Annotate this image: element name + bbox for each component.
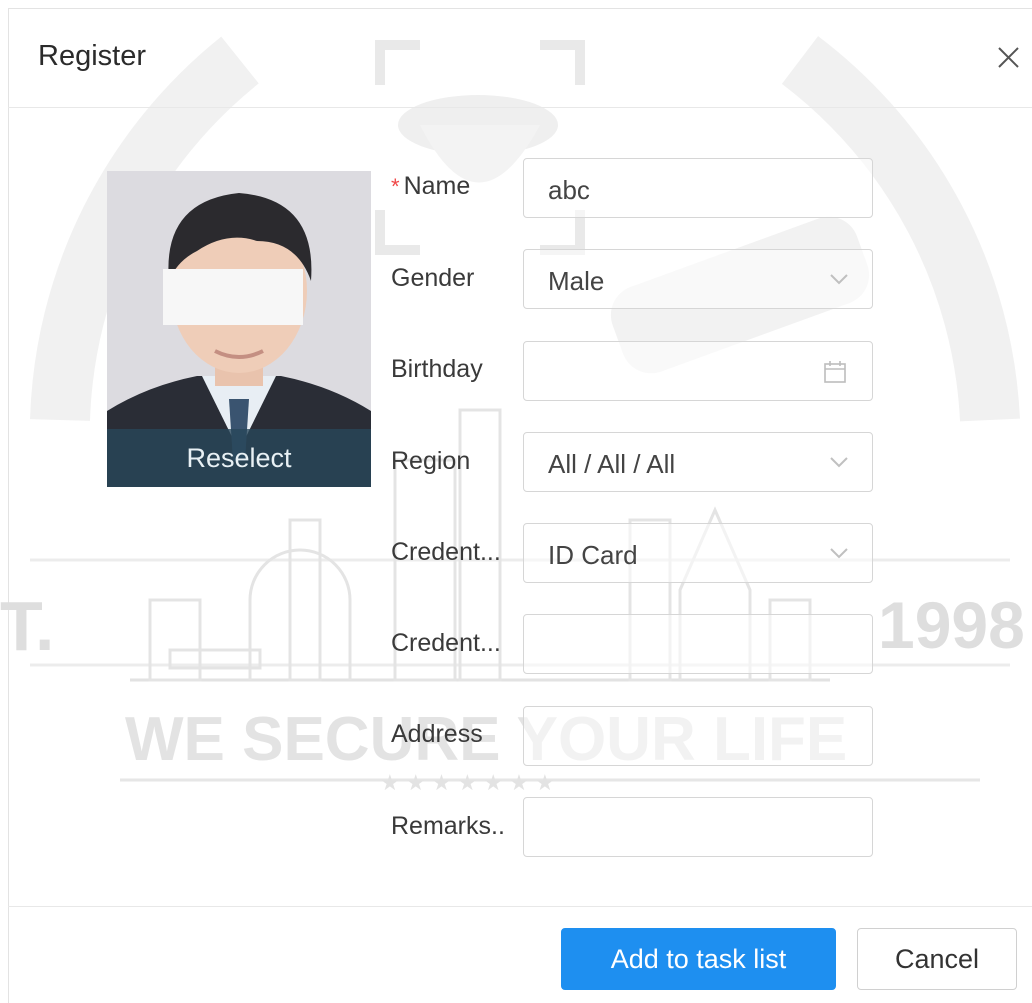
header-divider <box>8 107 1032 108</box>
calendar-icon <box>824 361 846 383</box>
reselect-button[interactable]: Reselect <box>107 429 371 487</box>
credential-number-label: Credent... <box>391 629 501 657</box>
remarks-label: Remarks.. <box>391 812 505 840</box>
credential-number-input[interactable] <box>523 614 873 674</box>
gender-label: Gender <box>391 264 475 292</box>
close-button[interactable] <box>988 38 1028 78</box>
required-mark: * <box>391 174 400 199</box>
address-input[interactable] <box>523 706 873 766</box>
chevron-down-icon <box>830 457 848 468</box>
dialog-title: Register <box>38 40 146 72</box>
register-dialog <box>8 8 1032 1003</box>
close-icon <box>998 47 1019 68</box>
credential-type-label: Credent... <box>391 538 501 566</box>
birthday-label: Birthday <box>391 355 483 383</box>
gender-select[interactable]: Male <box>523 249 873 309</box>
gender-value: Male <box>548 266 605 296</box>
chevron-down-icon <box>830 548 848 559</box>
name-input[interactable]: abc <box>523 158 873 218</box>
chevron-down-icon <box>830 274 848 285</box>
region-select[interactable]: All / All / All <box>523 432 873 492</box>
face-photo[interactable]: Reselect <box>107 171 371 487</box>
birthday-picker[interactable] <box>523 341 873 401</box>
name-value: abc <box>548 175 590 205</box>
footer-divider <box>8 906 1032 907</box>
region-label: Region <box>391 447 471 475</box>
remarks-input[interactable] <box>523 797 873 857</box>
credential-type-value: ID Card <box>548 540 638 570</box>
credential-type-select[interactable]: ID Card <box>523 523 873 583</box>
cancel-button[interactable]: Cancel <box>857 928 1017 990</box>
address-label: Address <box>391 720 483 748</box>
add-to-task-list-button[interactable]: Add to task list <box>561 928 836 990</box>
name-label: * Name <box>391 172 471 200</box>
region-value: All / All / All <box>548 449 676 479</box>
